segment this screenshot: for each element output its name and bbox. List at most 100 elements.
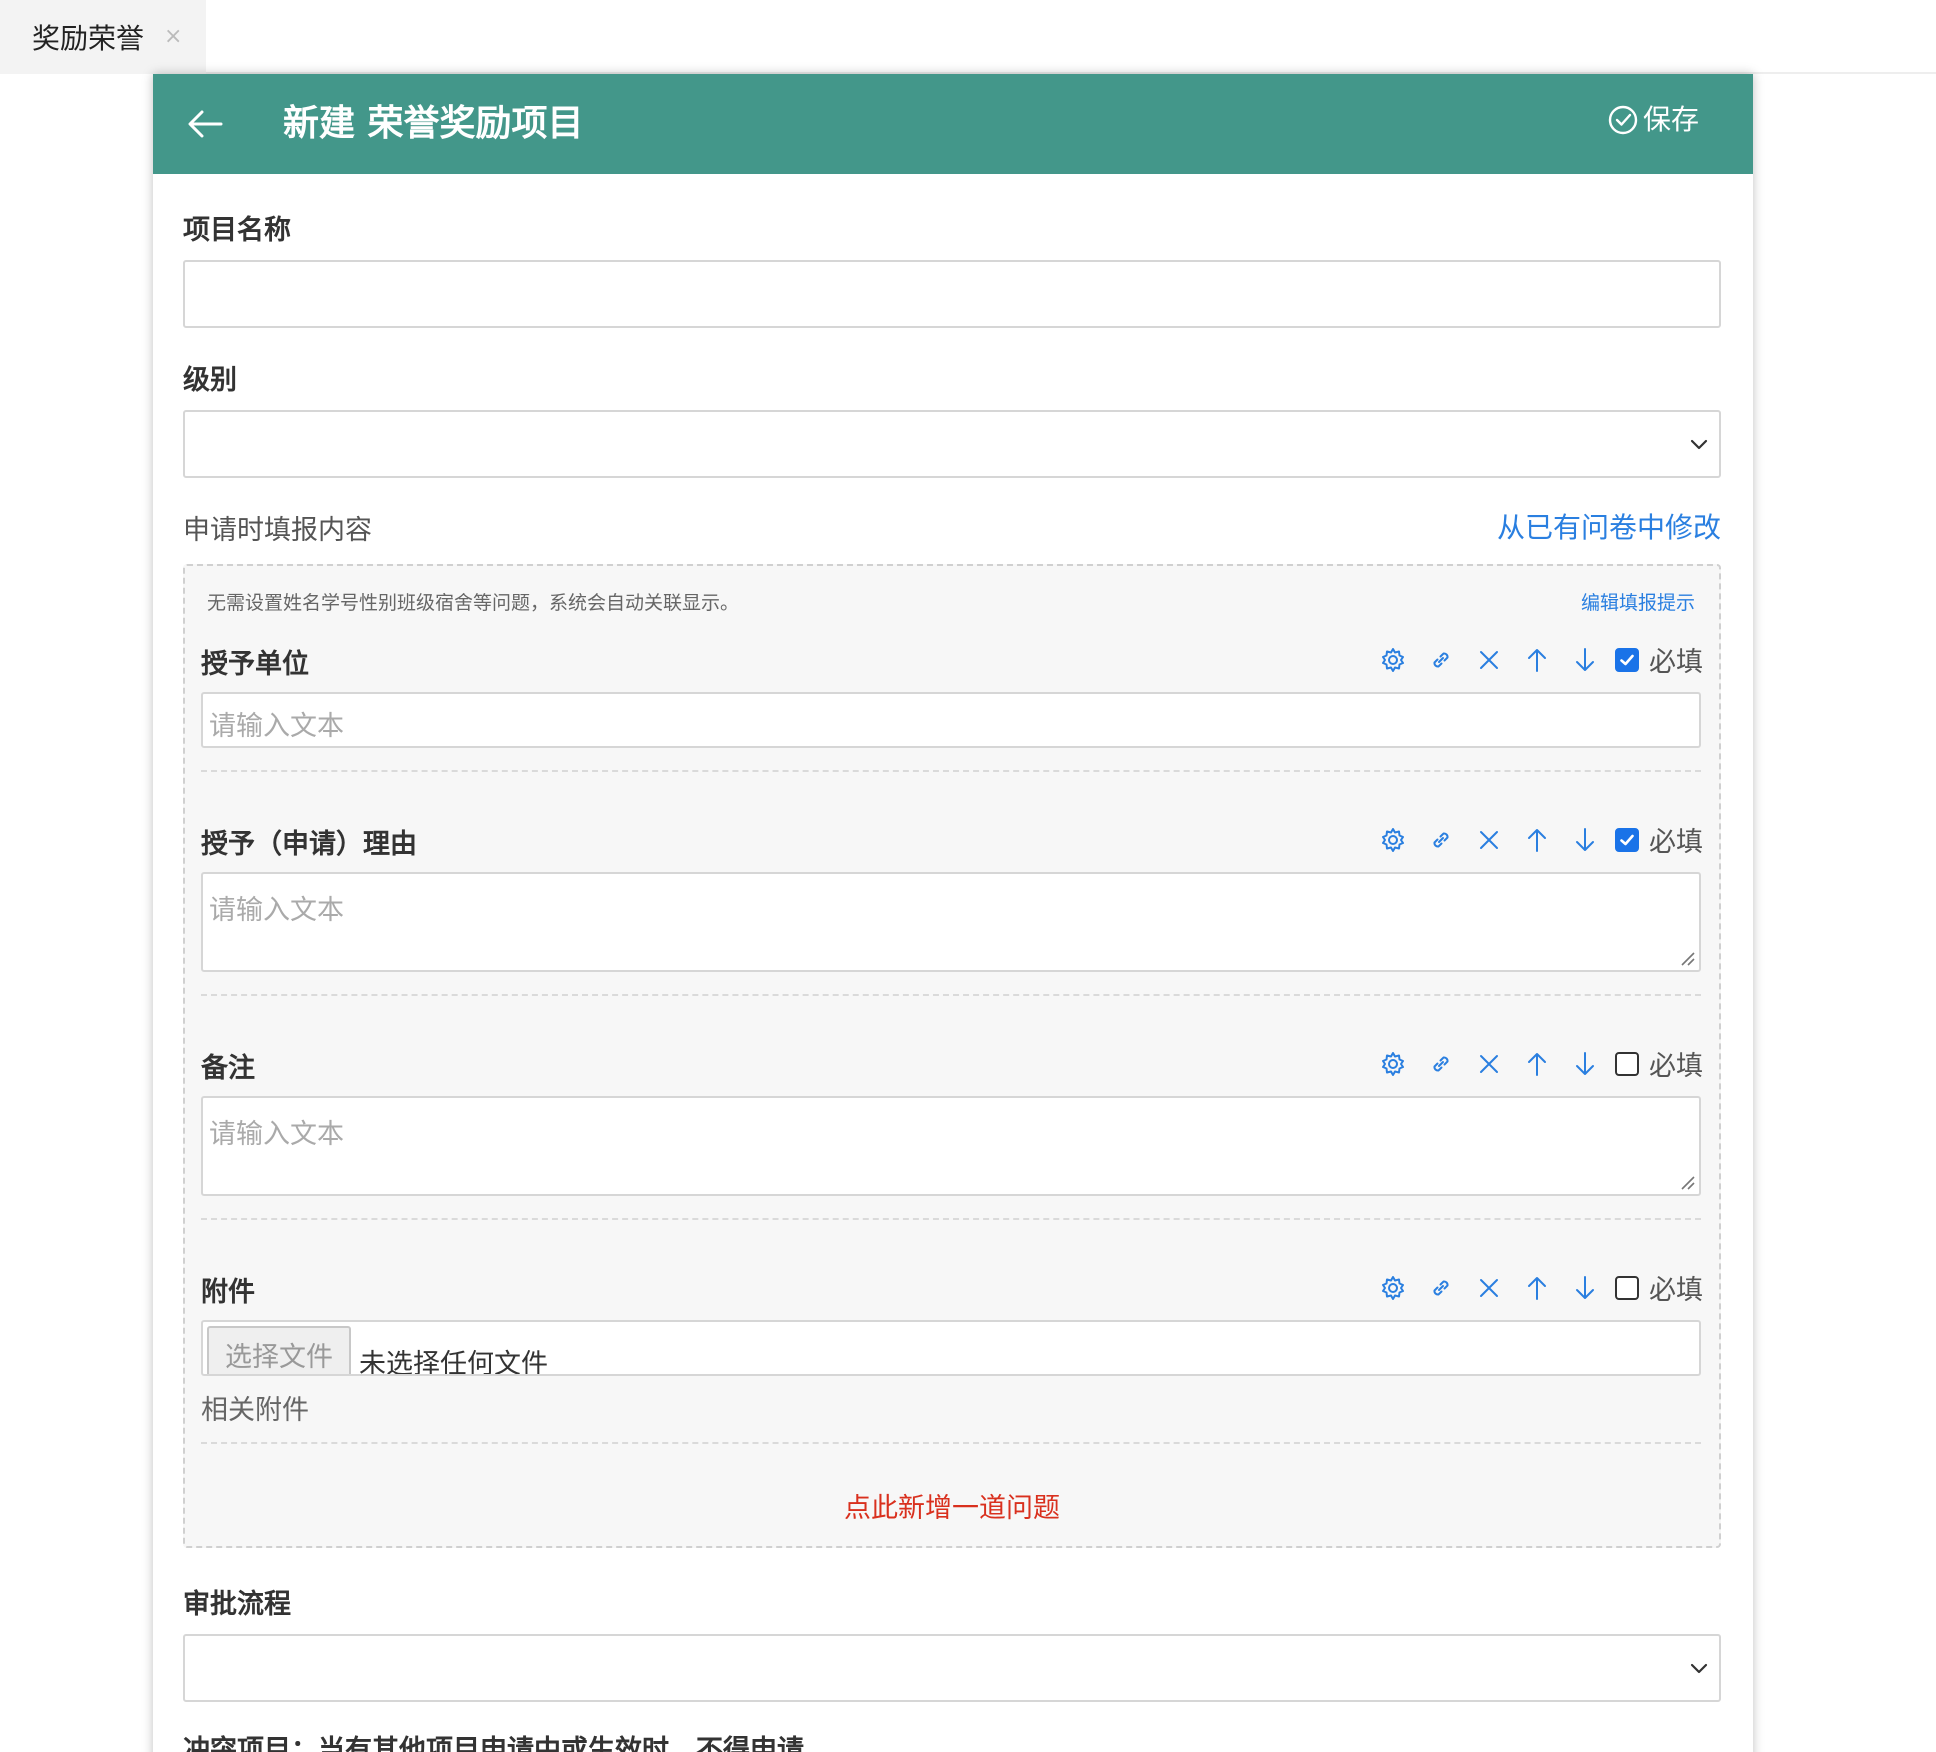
settings-button[interactable]: [1369, 822, 1417, 858]
checkmark-icon: [1620, 654, 1634, 665]
question-divider: [201, 770, 1701, 772]
content-label: 申请时填报内容: [183, 515, 372, 546]
question-area: 无需设置姓名学号性别班级宿舍等问题，系统会自动关联显示。 编辑填报提示 授予单位: [183, 564, 1721, 1548]
arrow-down-icon: [1576, 647, 1594, 671]
arrow-up-icon: [1528, 828, 1546, 852]
level-select[interactable]: [183, 410, 1721, 478]
chevron-down-icon: [1690, 1663, 1708, 1674]
panel-header: 新建 荣誉奖励项目 保存: [153, 74, 1753, 174]
approval-label: 审批流程: [183, 1589, 291, 1620]
link-icon: [1433, 1279, 1449, 1296]
move-up-button[interactable]: [1513, 1046, 1561, 1082]
gear-icon: [1382, 827, 1404, 852]
close-icon: [1480, 650, 1498, 669]
level-label: 级别: [183, 365, 237, 396]
delete-button[interactable]: [1465, 822, 1513, 858]
gear-icon: [1382, 1051, 1404, 1076]
required-toggle[interactable]: 必填: [1615, 1044, 1703, 1083]
required-toggle[interactable]: 必填: [1615, 820, 1703, 859]
save-button[interactable]: 保存: [1607, 100, 1699, 140]
form-panel: 新建 荣誉奖励项目 保存 项目名称 级别 申请时填报内容 从已有问卷中修改 无需…: [153, 74, 1753, 1752]
arrow-down-icon: [1576, 827, 1594, 851]
required-checkbox[interactable]: [1615, 647, 1639, 672]
check-circle-icon: [1608, 105, 1638, 135]
required-toggle[interactable]: 必填: [1615, 640, 1703, 679]
settings-button[interactable]: [1369, 1270, 1417, 1306]
required-label: 必填: [1649, 1275, 1703, 1306]
choose-file-button[interactable]: 选择文件: [207, 1326, 351, 1374]
link-button[interactable]: [1417, 642, 1465, 678]
link-button[interactable]: [1417, 822, 1465, 858]
approval-select[interactable]: [183, 1634, 1721, 1702]
conflict-label: 冲突项目：当有其他项目申请中或生效时，不得申请: [183, 1735, 804, 1752]
required-label: 必填: [1649, 647, 1703, 678]
move-up-button[interactable]: [1513, 642, 1561, 678]
textarea-input[interactable]: 请输入文本: [201, 872, 1701, 972]
move-down-button[interactable]: [1561, 1046, 1609, 1082]
move-down-button[interactable]: [1561, 1270, 1609, 1306]
move-up-button[interactable]: [1513, 822, 1561, 858]
hint-text: 无需设置姓名学号性别班级宿舍等问题，系统会自动关联显示。: [207, 592, 740, 614]
move-down-button[interactable]: [1561, 822, 1609, 858]
link-icon: [1433, 1055, 1449, 1072]
required-checkbox[interactable]: [1615, 827, 1639, 852]
question-title: 备注: [201, 1053, 255, 1084]
tab-awards-honors[interactable]: 奖励荣誉 ×: [0, 0, 206, 74]
save-label: 保存: [1642, 103, 1699, 136]
question-divider: [201, 994, 1701, 996]
page-title: 新建 荣誉奖励项目: [283, 103, 584, 144]
move-down-button[interactable]: [1561, 642, 1609, 678]
arrow-down-icon: [1576, 1275, 1594, 1299]
arrow-up-icon: [1528, 1052, 1546, 1076]
placeholder-text: 请输入文本: [209, 895, 344, 926]
question-title: 授予（申请）理由: [201, 829, 417, 860]
attachment-sub-label: 相关附件: [201, 1395, 309, 1426]
question-divider: [201, 1442, 1701, 1444]
placeholder-text: 请输入文本: [209, 1119, 344, 1150]
edit-hint-link[interactable]: 编辑填报提示: [1581, 588, 1695, 615]
question-divider: [201, 1218, 1701, 1220]
file-input[interactable]: 选择文件 未选择任何文件: [201, 1320, 1701, 1376]
resize-handle-icon[interactable]: [1680, 1175, 1696, 1191]
link-button[interactable]: [1417, 1046, 1465, 1082]
project-name-input[interactable]: [183, 260, 1721, 328]
modify-from-survey-link[interactable]: 从已有问卷中修改: [1497, 506, 1721, 546]
delete-button[interactable]: [1465, 1046, 1513, 1082]
project-name-label: 项目名称: [183, 215, 291, 246]
tab-label: 奖励荣誉: [32, 22, 145, 55]
question-tools: 必填: [1369, 820, 1703, 859]
question-tools: 必填: [1369, 640, 1703, 679]
checkmark-icon: [1620, 834, 1634, 845]
close-icon[interactable]: ×: [164, 26, 182, 48]
arrow-up-icon: [1528, 648, 1546, 672]
placeholder-text: 请输入文本: [209, 711, 344, 742]
arrow-down-icon: [1576, 1051, 1594, 1075]
settings-button[interactable]: [1369, 1046, 1417, 1082]
tab-bar: 奖励荣誉 ×: [0, 0, 1936, 74]
text-input[interactable]: 请输入文本: [201, 692, 1701, 748]
link-icon: [1433, 831, 1449, 848]
add-question-button[interactable]: 点此新增一道问题: [185, 1486, 1719, 1525]
move-up-button[interactable]: [1513, 1270, 1561, 1306]
file-status: 未选择任何文件: [359, 1349, 548, 1376]
link-button[interactable]: [1417, 1270, 1465, 1306]
close-icon: [1480, 830, 1498, 849]
delete-button[interactable]: [1465, 1270, 1513, 1306]
textarea-input[interactable]: 请输入文本: [201, 1096, 1701, 1196]
close-icon: [1480, 1278, 1498, 1297]
close-icon: [1480, 1054, 1498, 1073]
required-toggle[interactable]: 必填: [1615, 1268, 1703, 1307]
settings-button[interactable]: [1369, 642, 1417, 678]
question-title: 授予单位: [201, 649, 309, 680]
chevron-down-icon: [1690, 439, 1708, 450]
required-label: 必填: [1649, 1051, 1703, 1082]
link-icon: [1433, 651, 1449, 668]
question-tools: 必填: [1369, 1044, 1703, 1083]
required-checkbox[interactable]: [1615, 1275, 1639, 1300]
arrow-left-icon: [188, 110, 223, 138]
back-button[interactable]: [185, 104, 225, 144]
required-label: 必填: [1649, 827, 1703, 858]
resize-handle-icon[interactable]: [1680, 951, 1696, 967]
required-checkbox[interactable]: [1615, 1051, 1639, 1076]
delete-button[interactable]: [1465, 642, 1513, 678]
